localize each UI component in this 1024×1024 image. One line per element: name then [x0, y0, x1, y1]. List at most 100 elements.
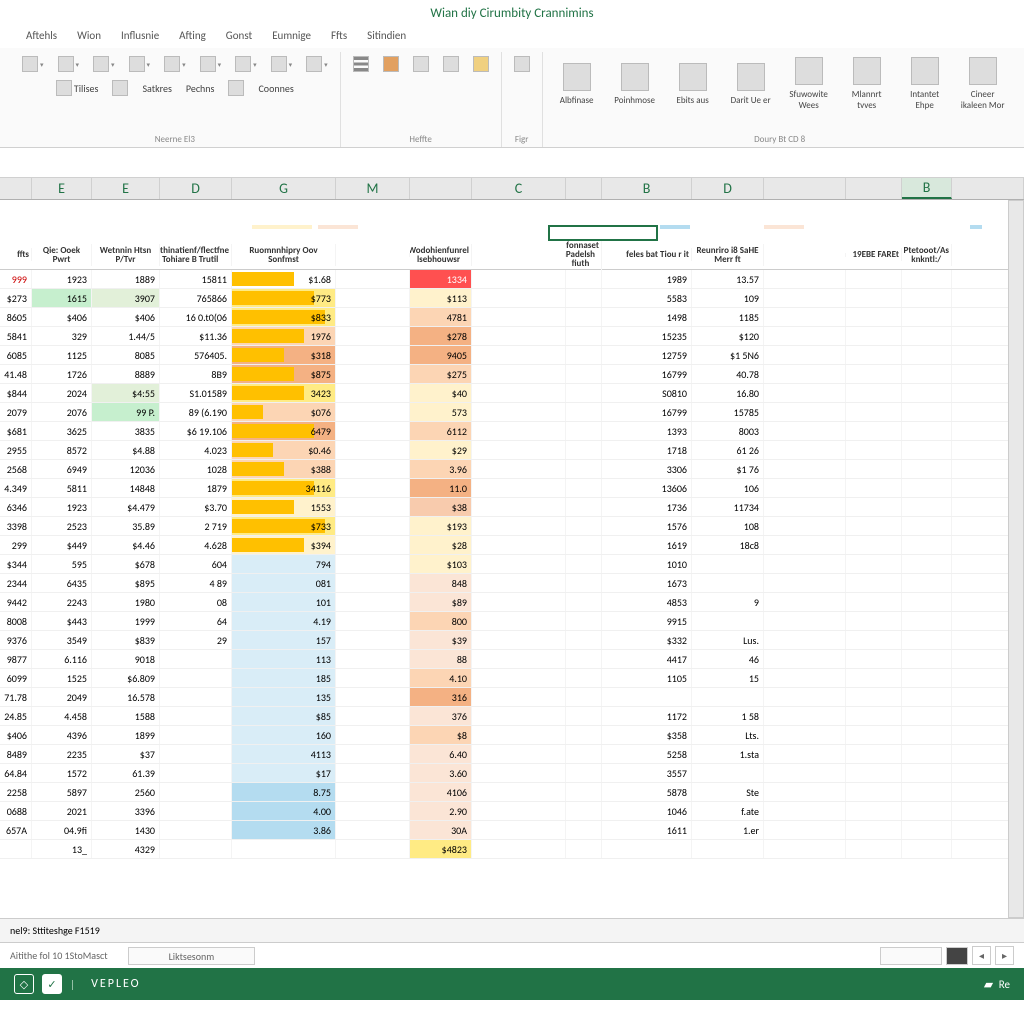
cell[interactable] — [764, 593, 846, 611]
cell[interactable] — [902, 802, 952, 820]
cell[interactable] — [846, 840, 902, 858]
cell[interactable]: 3423 — [232, 384, 336, 402]
cell[interactable] — [0, 840, 32, 858]
cell[interactable]: 185 — [232, 669, 336, 687]
cell[interactable]: 9018 — [92, 650, 160, 668]
cell[interactable] — [566, 802, 602, 820]
cell[interactable]: 794 — [232, 555, 336, 573]
cell[interactable]: 18c8 — [692, 536, 764, 554]
cell[interactable]: 5258 — [602, 745, 692, 763]
ribbon-btn-coonnes[interactable]: Coonnes — [254, 78, 297, 98]
cell[interactable]: 316 — [410, 688, 472, 706]
cell[interactable] — [902, 764, 952, 782]
cell[interactable]: $076 — [232, 403, 336, 421]
ribbon-tab[interactable]: Sitindien — [359, 23, 414, 48]
brand-right-icon[interactable]: ▰ — [984, 978, 992, 991]
cell[interactable] — [846, 574, 902, 592]
cell[interactable] — [764, 764, 846, 782]
cell[interactable] — [902, 821, 952, 839]
column-header[interactable]: D — [692, 178, 764, 199]
cell[interactable]: $29 — [410, 441, 472, 459]
cell[interactable]: $733 — [232, 517, 336, 535]
ribbon-small-btn[interactable]: ▾ — [267, 54, 297, 74]
cell[interactable] — [566, 555, 602, 573]
cell[interactable] — [764, 384, 846, 402]
cell[interactable]: 5878 — [602, 783, 692, 801]
cell[interactable]: 2049 — [32, 688, 92, 706]
cell[interactable] — [902, 536, 952, 554]
cell[interactable] — [566, 688, 602, 706]
cell[interactable]: 46 — [692, 650, 764, 668]
cell[interactable] — [846, 327, 902, 345]
cell[interactable]: $120 — [692, 327, 764, 345]
cell[interactable] — [566, 422, 602, 440]
cell[interactable] — [846, 365, 902, 383]
column-title[interactable]: Wodohienfunrel lsebhouwsr — [410, 244, 472, 266]
cell[interactable] — [336, 289, 410, 307]
ribbon-btn-satkres[interactable]: Satkres — [138, 78, 175, 98]
cell[interactable] — [902, 270, 952, 288]
cell[interactable] — [846, 669, 902, 687]
cell[interactable] — [764, 365, 846, 383]
ribbon-tab[interactable]: Eumnige — [264, 23, 319, 48]
cell[interactable]: 16799 — [602, 403, 692, 421]
cell[interactable] — [566, 289, 602, 307]
cell[interactable] — [472, 479, 566, 497]
cell[interactable]: 081 — [232, 574, 336, 592]
cell[interactable] — [566, 308, 602, 326]
cell[interactable] — [846, 650, 902, 668]
cell[interactable] — [472, 498, 566, 516]
cell[interactable]: 1393 — [602, 422, 692, 440]
ribbon-large-btn[interactable]: Cineer ikaleen Mor — [957, 54, 1009, 114]
column-title[interactable]: feles bat Tiou r it — [602, 248, 692, 261]
cell[interactable]: 4.458 — [32, 707, 92, 725]
cell[interactable]: 5583 — [602, 289, 692, 307]
cell[interactable] — [566, 498, 602, 516]
cell[interactable]: 9877 — [0, 650, 32, 668]
cell[interactable]: 13_ — [32, 840, 92, 858]
cell[interactable] — [336, 270, 410, 288]
cell[interactable] — [846, 612, 902, 630]
cell[interactable] — [846, 384, 902, 402]
cell[interactable] — [902, 327, 952, 345]
cell[interactable]: $1.68 — [232, 270, 336, 288]
ribbon-large-btn[interactable]: Mlannrt tvves — [841, 54, 893, 114]
cell[interactable]: 1989 — [602, 270, 692, 288]
cell[interactable] — [764, 270, 846, 288]
cell[interactable] — [764, 802, 846, 820]
cell[interactable] — [764, 289, 846, 307]
cell[interactable]: 2076 — [32, 403, 92, 421]
cell[interactable] — [472, 593, 566, 611]
cell[interactable] — [472, 669, 566, 687]
status-tab[interactable]: Aitithe fol 10 1StoMasct — [10, 949, 108, 962]
cell[interactable] — [846, 726, 902, 744]
cell[interactable]: 376 — [410, 707, 472, 725]
cell[interactable]: f.ate — [692, 802, 764, 820]
cell[interactable]: 4329 — [92, 840, 160, 858]
cell[interactable]: 15811 — [160, 270, 232, 288]
cell[interactable] — [692, 574, 764, 592]
cell[interactable]: 800 — [410, 612, 472, 630]
cell[interactable]: 8489 — [0, 745, 32, 763]
cell[interactable] — [902, 669, 952, 687]
cell[interactable] — [846, 289, 902, 307]
cell[interactable] — [472, 536, 566, 554]
cell[interactable]: 765866 — [160, 289, 232, 307]
cell[interactable] — [902, 631, 952, 649]
cell[interactable]: 8B9 — [160, 365, 232, 383]
column-title[interactable]: Ptetooot/As knkntl:/ — [902, 244, 952, 266]
cell[interactable]: 3.96 — [410, 460, 472, 478]
cell[interactable] — [902, 783, 952, 801]
cell[interactable] — [846, 346, 902, 364]
cell[interactable]: 299 — [0, 536, 32, 554]
cell[interactable] — [902, 688, 952, 706]
ribbon-btn-tilises[interactable]: Tilises — [52, 78, 103, 98]
column-title[interactable]: Luthinatienf/flectfne Tohiare B Trutil — [160, 244, 232, 266]
cell[interactable] — [336, 517, 410, 535]
cell[interactable] — [764, 707, 846, 725]
cell[interactable] — [472, 821, 566, 839]
cell[interactable]: 8085 — [92, 346, 160, 364]
cell[interactable]: 3306 — [602, 460, 692, 478]
cell[interactable] — [336, 574, 410, 592]
cell[interactable]: $773 — [232, 289, 336, 307]
